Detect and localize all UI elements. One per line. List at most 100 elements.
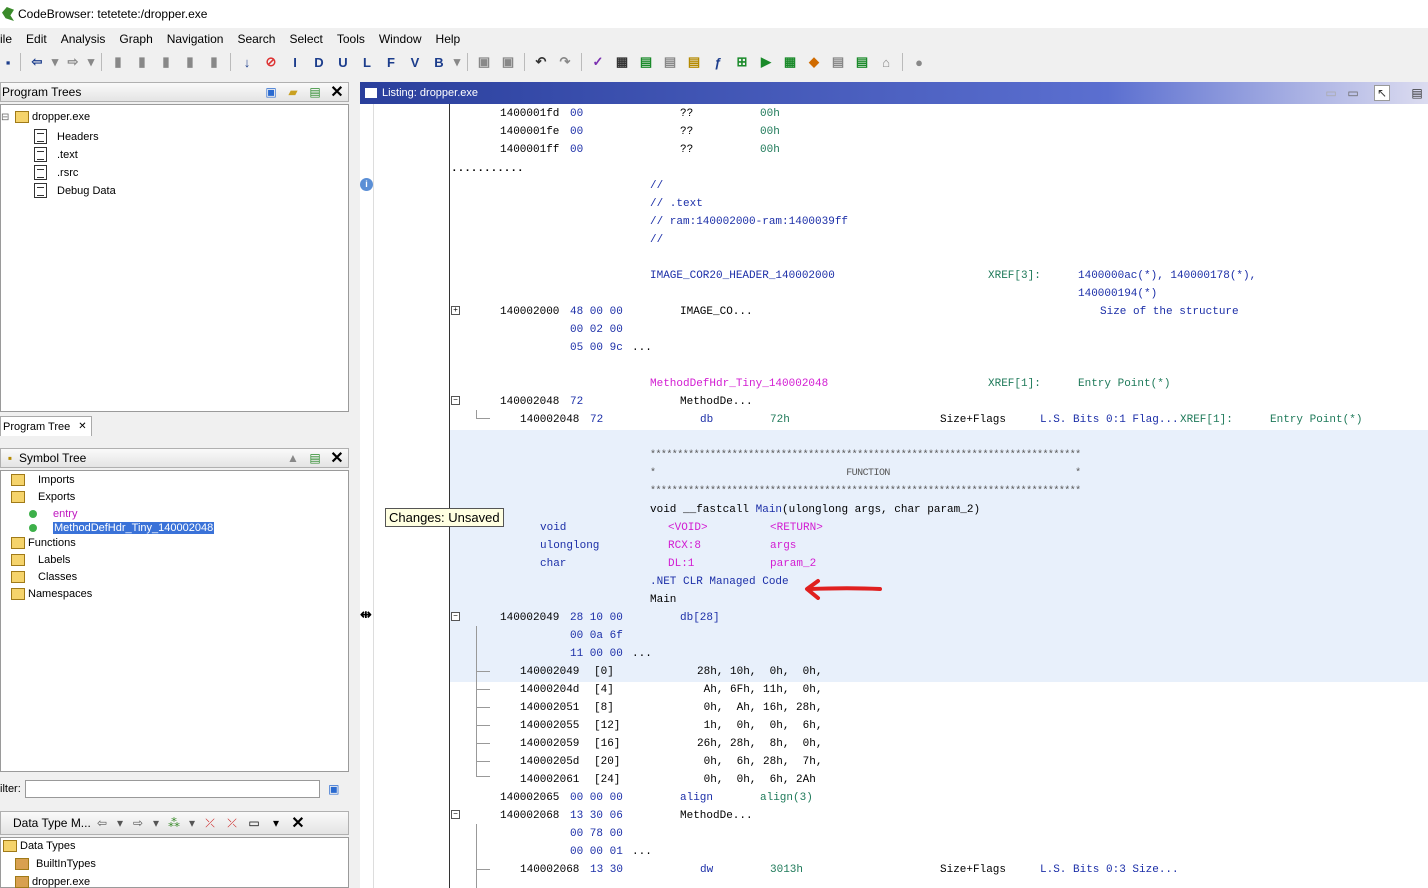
array-addr[interactable]: 140002059: [520, 737, 579, 751]
close-icon[interactable]: ✕: [329, 450, 345, 467]
menu-graph[interactable]: Graph: [112, 30, 159, 48]
decompile-icon[interactable]: ▤: [636, 52, 656, 72]
nav-next-icon[interactable]: ▮: [132, 52, 152, 72]
xref-values[interactable]: Entry Point(*): [1270, 413, 1362, 427]
collapse-icon[interactable]: −: [451, 612, 460, 621]
menu-window[interactable]: Window: [372, 30, 429, 48]
menu-edit[interactable]: Edit: [19, 30, 54, 48]
listing-addr[interactable]: 1400001fe: [500, 125, 559, 139]
nav-prev-icon[interactable]: ▮: [108, 52, 128, 72]
methoddefhdr-label[interactable]: MethodDefHdr_Tiny_140002048: [650, 377, 828, 391]
listing-addr[interactable]: 140002048: [500, 395, 559, 409]
b-dropdown-icon[interactable]: ▾: [453, 52, 461, 72]
menu-select[interactable]: Select: [282, 30, 329, 48]
plugin-icon[interactable]: ●: [909, 52, 929, 72]
l-icon[interactable]: L: [357, 52, 377, 72]
listing-addr[interactable]: 140002048: [520, 413, 579, 427]
tool-a-icon[interactable]: ▣: [474, 52, 494, 72]
d-icon[interactable]: D: [309, 52, 329, 72]
tree-item-classes[interactable]: Classes: [11, 571, 77, 583]
export-icon[interactable]: ▤: [852, 52, 872, 72]
collapse-icon[interactable]: ⊟: [1, 112, 9, 123]
xref-values[interactable]: 1400000ac(*), 140000178(*),: [1078, 269, 1256, 283]
checkmark-icon[interactable]: ✓: [588, 52, 608, 72]
close-icon[interactable]: ✕: [290, 815, 306, 832]
i-icon[interactable]: I: [285, 52, 305, 72]
array-addr[interactable]: 14000205d: [520, 755, 579, 769]
new-symbol-icon[interactable]: ▲: [285, 450, 301, 466]
collapse-icon[interactable]: −: [451, 396, 460, 405]
bytes-icon[interactable]: ▦: [612, 52, 632, 72]
sig-function-name[interactable]: Main: [756, 504, 782, 516]
paste-icon[interactable]: ▭: [1345, 85, 1361, 101]
save-icon[interactable]: ▪: [2, 52, 14, 72]
tree-item-dropper[interactable]: dropper.exe: [15, 876, 90, 888]
snapshot-icon[interactable]: ▤: [1409, 85, 1425, 101]
array-addr[interactable]: 14000204d: [520, 683, 579, 697]
tree-item-builtintypes[interactable]: BuiltInTypes: [15, 858, 96, 870]
dropdown-icon[interactable]: ▾: [152, 815, 160, 831]
close-icon[interactable]: ✕: [329, 84, 345, 101]
b-icon[interactable]: B: [429, 52, 449, 72]
u-icon[interactable]: U: [333, 52, 353, 72]
v-icon[interactable]: V: [405, 52, 425, 72]
listing-addr[interactable]: 140002068: [500, 809, 559, 823]
tree-item-imports[interactable]: Imports: [11, 474, 75, 486]
filter-pointers-icon[interactable]: ⤫: [224, 815, 240, 831]
filter-input[interactable]: [24, 780, 320, 798]
run-icon[interactable]: ▶: [756, 52, 776, 72]
menu-tools[interactable]: Tools: [330, 30, 372, 48]
array-addr[interactable]: 140002049: [520, 665, 579, 679]
tree-item-data-types[interactable]: Data Types: [3, 840, 75, 852]
tree-item-text[interactable]: .text: [34, 147, 78, 162]
collapse-icon[interactable]: −: [451, 810, 460, 819]
tree-item-entry[interactable]: entry: [29, 508, 77, 520]
dropdown-icon[interactable]: ▾: [116, 815, 124, 831]
main-label[interactable]: Main: [650, 593, 676, 607]
tree-item-methoddefhdr[interactable]: MethodDefHdr_Tiny_140002048: [29, 522, 215, 534]
tab-program-tree[interactable]: Program Tree ✕: [0, 416, 92, 436]
info-icon[interactable]: i: [360, 178, 373, 191]
array-addr[interactable]: 140002061: [520, 773, 579, 787]
forward-dropdown-icon[interactable]: ▾: [87, 52, 95, 72]
xref-values[interactable]: 140000194(*): [1078, 287, 1157, 301]
data-type-icon[interactable]: ▤: [684, 52, 704, 72]
listing-addr[interactable]: 140002065: [500, 791, 559, 805]
listing-addr[interactable]: 140002000: [500, 305, 559, 319]
forward-arrow-icon[interactable]: ⇨: [63, 52, 83, 72]
dropdown-icon[interactable]: ▾: [188, 815, 196, 831]
tool-b-icon[interactable]: ▣: [498, 52, 518, 72]
tree-item-namespaces[interactable]: Namespaces: [11, 588, 92, 600]
minimize-icon[interactable]: ▭: [246, 815, 262, 831]
tree-item-debug[interactable]: Debug Data: [34, 183, 116, 198]
menu-analysis[interactable]: Analysis: [54, 30, 113, 48]
redo-icon[interactable]: ↷: [555, 52, 575, 72]
copy-icon[interactable]: ▭: [1323, 85, 1339, 101]
menu-search[interactable]: Search: [230, 30, 282, 48]
listing-addr[interactable]: 140002068: [520, 863, 579, 877]
back-dropdown-icon[interactable]: ▾: [51, 52, 59, 72]
expand-icon[interactable]: +: [451, 306, 460, 315]
tree-item-exports[interactable]: Exports: [11, 491, 75, 503]
array-addr[interactable]: 140002051: [520, 701, 579, 715]
diamond-icon[interactable]: ◆: [804, 52, 824, 72]
menu-file[interactable]: ile: [0, 30, 19, 48]
tree-root-node[interactable]: ⊟ dropper.exe: [1, 111, 90, 123]
back-arrow-icon[interactable]: ⇦: [94, 815, 110, 831]
down-arrow-icon[interactable]: ↓: [237, 52, 257, 72]
stop-icon[interactable]: ⊘: [261, 52, 281, 72]
graph-icon[interactable]: ⊞: [732, 52, 752, 72]
cor20-label[interactable]: IMAGE_COR20_HEADER_140002000: [650, 269, 835, 283]
export-symbol-icon[interactable]: ▤: [307, 450, 323, 466]
types-icon[interactable]: ⁂: [166, 815, 182, 831]
forward-arrow-icon[interactable]: ⇨: [130, 815, 146, 831]
nav-label-icon[interactable]: ▮: [180, 52, 200, 72]
open-folder-icon[interactable]: ▰: [285, 84, 301, 100]
nav-func-icon[interactable]: ▮: [156, 52, 176, 72]
function-icon[interactable]: ƒ: [708, 52, 728, 72]
menu-navigation[interactable]: Navigation: [160, 30, 231, 48]
nav-refresh-icon[interactable]: ▮: [204, 52, 224, 72]
listing-icon[interactable]: ▤: [660, 52, 680, 72]
menu-icon[interactable]: ▾: [268, 815, 284, 831]
cursor-icon[interactable]: ↖: [1374, 85, 1390, 101]
